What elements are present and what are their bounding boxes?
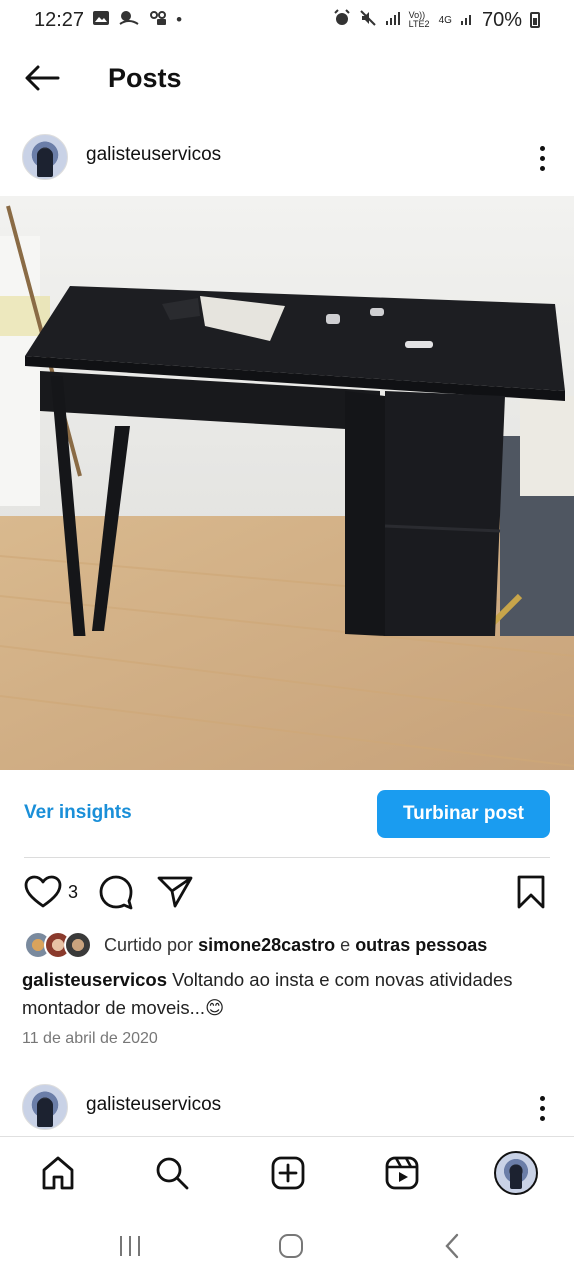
bookmark-icon	[517, 875, 545, 909]
like-button[interactable]: 3	[24, 872, 78, 912]
comment-icon	[99, 875, 133, 910]
heart-icon	[24, 875, 62, 908]
liked-by-and: e	[340, 934, 351, 955]
comment-button[interactable]	[98, 872, 134, 912]
battery-percent: 70%	[481, 8, 522, 31]
tab-reels[interactable]	[380, 1151, 424, 1195]
caption-username[interactable]: galisteuservicos	[22, 969, 167, 990]
liked-by-user[interactable]: simone28castro	[198, 935, 335, 955]
liked-by-prefix: Curtido por	[104, 934, 194, 955]
alarm-icon	[333, 8, 351, 32]
post-caption: galisteuservicos Voltando ao insta e com…	[22, 966, 552, 1022]
voicemail-icon	[148, 10, 168, 31]
top-nav: Posts	[0, 48, 574, 108]
dot	[539, 1115, 545, 1121]
save-button[interactable]	[516, 872, 546, 912]
status-bar: 12:27 • Vo)) LTE2 4G 70%	[0, 0, 574, 40]
mute-icon	[359, 9, 377, 32]
back-system-button[interactable]	[432, 1230, 472, 1262]
post-username[interactable]: galisteuservicos	[86, 144, 221, 166]
page-title: Posts	[108, 63, 182, 93]
status-time: 12:27	[34, 8, 85, 31]
next-post-username[interactable]: galisteuservicos	[86, 1094, 221, 1116]
recent-apps-icon	[120, 1236, 140, 1256]
notification-dot: •	[176, 10, 183, 29]
like-count: 3	[68, 881, 79, 902]
reels-icon	[385, 1156, 419, 1190]
signal-icon-2	[460, 10, 474, 31]
back-button[interactable]	[22, 60, 62, 96]
divider	[24, 857, 550, 858]
chevron-left-icon	[445, 1233, 459, 1259]
post-header: galisteuservicos	[0, 128, 574, 188]
boost-post-button[interactable]: Turbinar post	[377, 790, 550, 838]
insights-row: Ver insights Turbinar post	[0, 790, 574, 840]
share-button[interactable]	[156, 872, 194, 912]
liked-by-text: Curtido por simone28castro e outras pess…	[104, 935, 487, 956]
system-nav-bar	[0, 1212, 574, 1280]
post-actions: 3	[0, 872, 574, 916]
dot	[539, 1095, 545, 1101]
home-circle-icon	[279, 1234, 303, 1258]
app-notification-icon	[118, 10, 140, 31]
recent-apps-button[interactable]	[110, 1230, 150, 1262]
status-left: 12:27 •	[34, 9, 182, 32]
post-photo[interactable]	[0, 196, 574, 770]
search-icon	[156, 1157, 189, 1190]
avatar[interactable]	[22, 1084, 68, 1130]
tab-create[interactable]	[266, 1151, 310, 1195]
gallery-icon	[92, 10, 110, 31]
tab-profile[interactable]	[494, 1151, 538, 1195]
dot	[539, 145, 545, 151]
dot	[539, 165, 545, 171]
profile-avatar	[494, 1151, 538, 1195]
tab-search[interactable]	[150, 1151, 194, 1195]
add-post-icon	[271, 1156, 305, 1190]
home-system-button[interactable]	[271, 1230, 311, 1262]
liked-by-row[interactable]: Curtido por simone28castro e outras pess…	[24, 930, 487, 960]
arrow-left-icon	[25, 65, 60, 91]
post-date: 11 de abril de 2020	[22, 1030, 158, 1047]
tab-home[interactable]	[36, 1151, 80, 1195]
dot	[539, 1105, 545, 1111]
status-right: Vo)) LTE2 4G 70%	[333, 9, 540, 32]
network-label: Vo)) LTE2	[408, 10, 430, 29]
more-options-button[interactable]	[532, 138, 552, 178]
dot	[539, 155, 545, 161]
more-options-button[interactable]	[532, 1088, 552, 1128]
liked-by-others[interactable]: outras pessoas	[355, 935, 487, 955]
liker-avatar	[64, 931, 92, 959]
network-type: 4G	[438, 14, 452, 26]
signal-icon	[385, 10, 401, 31]
desk-photo-illustration	[0, 196, 574, 770]
battery-icon	[530, 12, 540, 28]
view-insights-link[interactable]: Ver insights	[24, 802, 132, 824]
next-post-header: galisteuservicos	[0, 1078, 574, 1138]
home-icon	[42, 1156, 74, 1190]
bottom-nav	[0, 1136, 574, 1212]
send-icon	[157, 876, 193, 908]
avatar[interactable]	[22, 134, 68, 180]
